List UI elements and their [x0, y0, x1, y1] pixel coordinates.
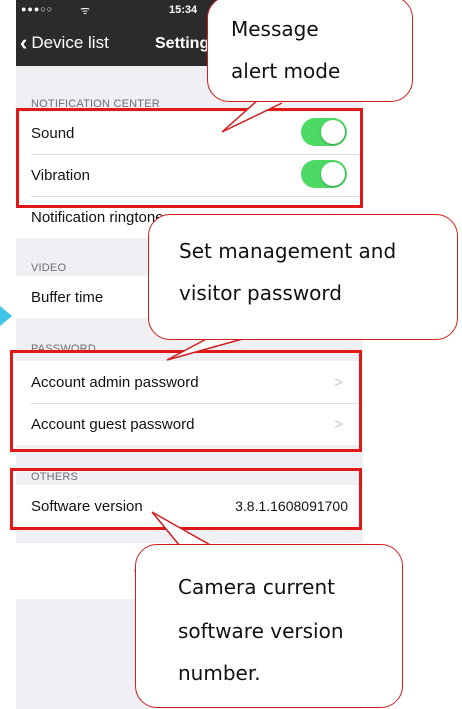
callout-set-password: Set management and visitor password [148, 214, 458, 340]
section-header-video: VIDEO [31, 262, 67, 274]
page-title: Setting [155, 35, 210, 52]
highlight-password [10, 350, 362, 452]
callout-line: visitor password [179, 281, 342, 305]
buffer-time-label: Buffer time [31, 288, 104, 306]
callout-line: Set management and [179, 239, 397, 263]
ringtone-label: Notification ringtone [31, 208, 164, 226]
callout-line: alert mode [231, 59, 341, 83]
callout-line: Message [231, 17, 319, 41]
wifi-icon: ᯤ [80, 5, 91, 17]
callout-line: Camera current [178, 575, 335, 599]
highlight-notification [16, 108, 363, 208]
back-label: Device list [31, 33, 109, 52]
signal-icon: ●●●○○ [21, 4, 54, 14]
pointer-arrow-icon [0, 306, 12, 326]
status-time: 15:34 [169, 4, 198, 16]
callout-line: software version [178, 619, 344, 643]
callout-message-alert: Message alert mode [207, 0, 413, 102]
highlight-software-version [10, 468, 362, 530]
callout-line: number. [178, 661, 261, 685]
back-button[interactable]: ‹ Device list [20, 30, 109, 55]
callout-camera-version: Camera current software version number. [135, 544, 403, 708]
chevron-left-icon: ‹ [20, 30, 28, 55]
